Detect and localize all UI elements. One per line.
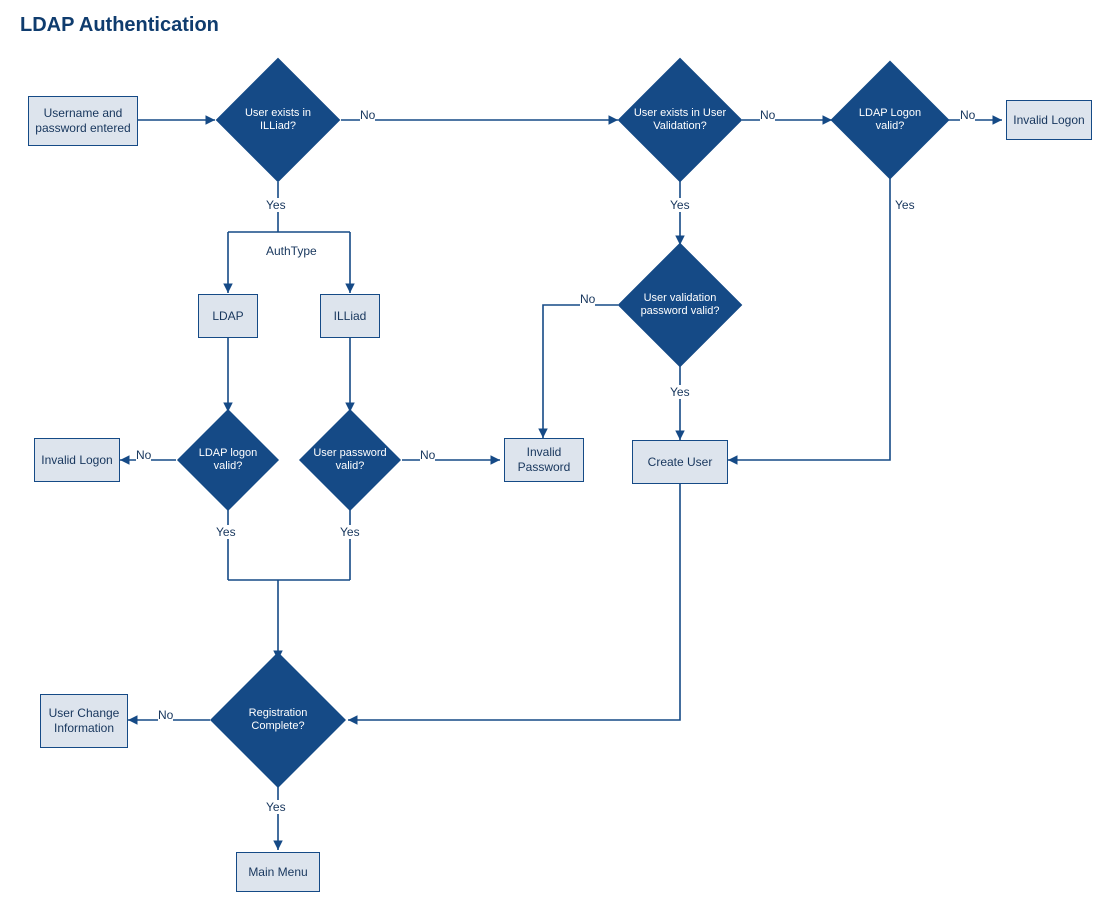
edge-label-no: No [136, 448, 151, 462]
edge-label-yes: Yes [266, 198, 286, 212]
edge-label-yes: Yes [670, 385, 690, 399]
edge-label-yes: Yes [895, 198, 915, 212]
node-main-menu: Main Menu [236, 852, 320, 892]
node-invalid-password: Invalid Password [504, 438, 584, 482]
node-start: Username and password entered [28, 96, 138, 146]
edge-label-yes: Yes [266, 800, 286, 814]
node-user-change-information: User Change Information [40, 694, 128, 748]
edge-label-no: No [760, 108, 775, 122]
edge-label-no: No [580, 292, 595, 306]
edge-label-no: No [360, 108, 375, 122]
diagram-title: LDAP Authentication [20, 14, 219, 37]
node-authtype-ldap: LDAP [198, 294, 258, 338]
edge-label-authtype: AuthType [266, 244, 317, 258]
node-authtype-illiad: ILLiad [320, 294, 380, 338]
edge-label-yes: Yes [340, 525, 360, 539]
edge-label-no: No [960, 108, 975, 122]
edge-label-no: No [420, 448, 435, 462]
node-create-user: Create User [632, 440, 728, 484]
edge-label-no: No [158, 708, 173, 722]
node-invalid-logon-left: Invalid Logon [34, 438, 120, 482]
node-invalid-logon-right: Invalid Logon [1006, 100, 1092, 140]
flowchart-canvas: LDAP Authentication [0, 0, 1110, 920]
edge-label-yes: Yes [216, 525, 236, 539]
edge-label-yes: Yes [670, 198, 690, 212]
